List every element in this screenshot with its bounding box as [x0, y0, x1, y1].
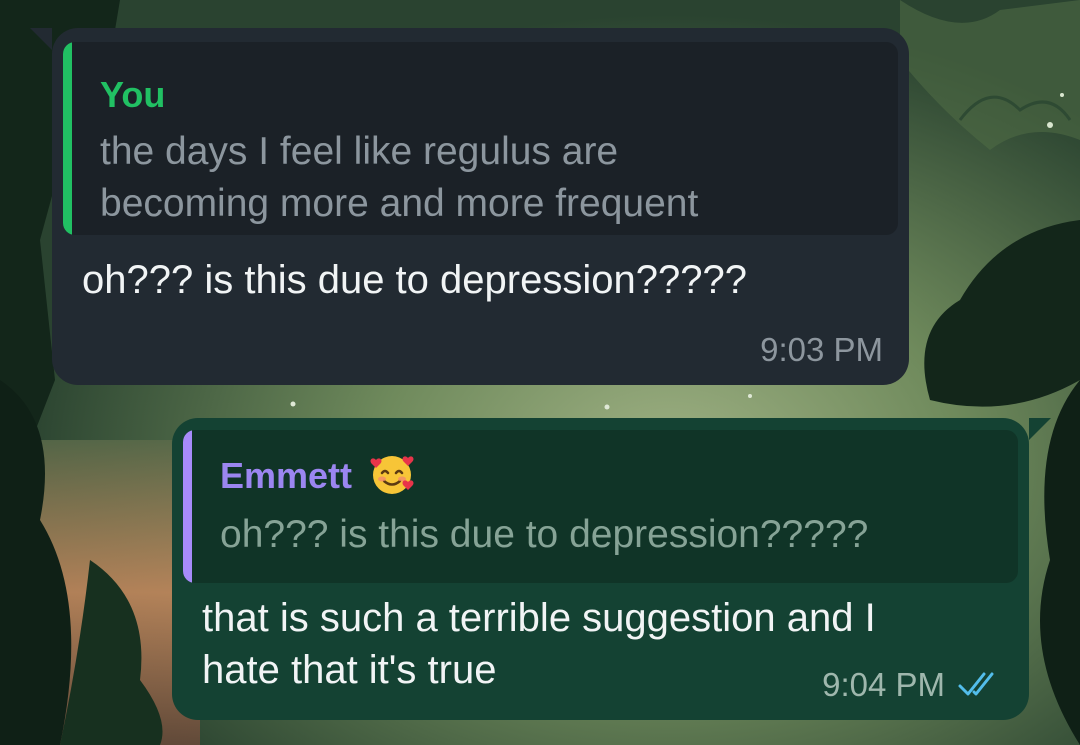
- message-meta: 9:03 PM: [760, 331, 883, 369]
- reply-quote[interactable]: Emmett oh??? is this due to depression??…: [183, 430, 1018, 583]
- quote-author: You: [100, 74, 166, 115]
- incoming-message[interactable]: You the days I feel like regulus are bec…: [30, 28, 909, 385]
- quote-author-row: Emmett: [220, 452, 414, 497]
- outgoing-message[interactable]: Emmett oh??? is this due to depression??…: [172, 418, 1051, 720]
- bubble-tail: [30, 28, 52, 50]
- bubble-tail: [1029, 418, 1051, 440]
- message-time: 9:04 PM: [822, 666, 945, 703]
- message-text: that is such a terrible suggestion and I…: [202, 596, 876, 692]
- message-meta: 9:04 PM: [822, 666, 1003, 704]
- message-text: oh??? is this due to depression?????: [82, 258, 747, 302]
- quote-author: Emmett: [220, 455, 353, 496]
- quote-text: the days I feel like regulus are becomin…: [100, 130, 699, 225]
- quote-text: oh??? is this due to depression?????: [220, 513, 869, 556]
- smiling-face-with-hearts-icon: [370, 456, 414, 494]
- reply-quote[interactable]: You the days I feel like regulus are bec…: [63, 42, 898, 235]
- quote-accent-bar: [63, 42, 72, 235]
- double-check-icon: [958, 672, 994, 696]
- message-time: 9:03 PM: [760, 331, 883, 368]
- quote-accent-bar: [183, 430, 192, 583]
